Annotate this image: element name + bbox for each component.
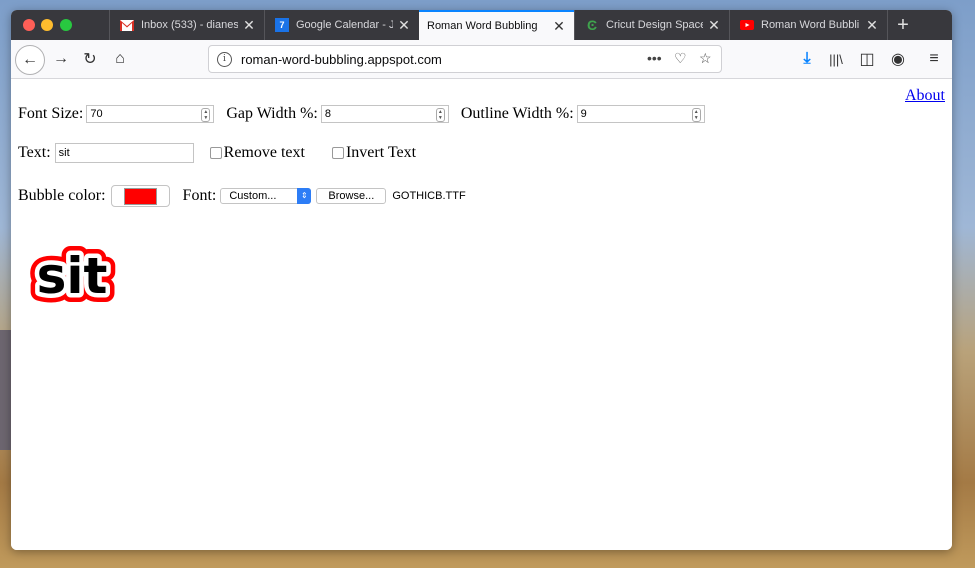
bubble-color-picker[interactable] bbox=[110, 185, 170, 207]
close-tab-icon[interactable]: ✕ bbox=[707, 17, 721, 34]
download-icon: ⤓ bbox=[803, 50, 811, 67]
font-size-label: Font Size: bbox=[18, 105, 84, 122]
tab-roman-word-bubbling[interactable]: Roman Word Bubbling ✕ bbox=[419, 10, 574, 40]
gap-width-input[interactable]: 8 ▲ ▼ bbox=[320, 105, 449, 123]
color-font-row: Bubble color: Font: Custom... ⇕ Browse...… bbox=[18, 185, 466, 207]
gmail-icon bbox=[120, 18, 134, 32]
close-window-button[interactable] bbox=[23, 19, 35, 31]
close-tab-icon[interactable]: ✕ bbox=[242, 17, 256, 34]
tab-google-calendar[interactable]: 7 Google Calendar - J ✕ bbox=[264, 10, 419, 40]
hamburger-menu-icon: ≡ bbox=[929, 50, 939, 67]
font-file-name: GOTHICB.TTF bbox=[392, 190, 466, 202]
text-input[interactable]: sit bbox=[54, 143, 194, 163]
remove-text-label[interactable]: Remove text bbox=[224, 144, 305, 162]
new-tab-button[interactable]: + bbox=[887, 10, 918, 40]
text-controls-row: Text: sit Remove text Invert Text bbox=[18, 143, 416, 163]
tab-bar: Inbox (533) - dianes ✕ 7 Google Calendar… bbox=[11, 10, 952, 40]
minimize-window-button[interactable] bbox=[41, 19, 53, 31]
reload-button[interactable]: ↻ bbox=[77, 46, 103, 72]
library-button[interactable]: |||\ bbox=[823, 46, 849, 72]
sidebar-icon: ◫ bbox=[859, 51, 875, 68]
cricut-icon: Ͼ bbox=[586, 17, 598, 33]
stepper-icon[interactable]: ▲ ▼ bbox=[691, 108, 701, 122]
stepper-icon[interactable]: ▲ ▼ bbox=[201, 108, 211, 122]
youtube-icon bbox=[740, 18, 754, 32]
bookmark-star-icon[interactable]: ☆ bbox=[699, 50, 712, 67]
library-icon: |||\ bbox=[829, 51, 843, 67]
downloads-button[interactable]: ⤓ bbox=[794, 46, 820, 72]
info-icon[interactable]: i bbox=[217, 52, 232, 67]
close-tab-icon[interactable]: ✕ bbox=[397, 17, 411, 34]
font-label: Font: bbox=[182, 187, 217, 204]
reload-icon: ↻ bbox=[83, 51, 97, 68]
stepper-icon[interactable]: ▲ ▼ bbox=[435, 108, 445, 122]
more-actions-icon[interactable]: ••• bbox=[647, 50, 662, 66]
outline-width-label: Outline Width %: bbox=[460, 105, 574, 122]
invert-text-checkbox[interactable] bbox=[331, 147, 344, 159]
tab-cricut-design-space[interactable]: Ͼ Cricut Design Space ✕ bbox=[574, 10, 729, 40]
arrow-left-icon: ← bbox=[22, 51, 38, 68]
sidebar-button[interactable]: ◫ bbox=[854, 46, 880, 72]
forward-button[interactable]: → bbox=[48, 46, 74, 72]
url-text[interactable]: roman-word-bubbling.appspot.com bbox=[241, 52, 442, 67]
close-tab-icon[interactable]: ✕ bbox=[552, 18, 566, 35]
home-button[interactable]: ⌂ bbox=[107, 46, 133, 72]
invert-text-label[interactable]: Invert Text bbox=[346, 144, 416, 162]
url-bar[interactable]: i roman-word-bubbling.appspot.com ••• ♡ … bbox=[208, 45, 722, 73]
text-label: Text: bbox=[18, 144, 51, 161]
gap-width-label: Gap Width %: bbox=[226, 105, 318, 122]
bubble-color-label: Bubble color: bbox=[18, 187, 106, 204]
browse-button[interactable]: Browse... bbox=[316, 188, 387, 204]
color-swatch bbox=[123, 187, 157, 205]
navigation-toolbar: ← → ↻ ⌂ i roman-word-bubbling.appspot.co… bbox=[11, 40, 952, 79]
back-button[interactable]: ← bbox=[15, 45, 45, 75]
bubble-text: sit bbox=[37, 247, 108, 305]
zoom-window-button[interactable] bbox=[60, 19, 72, 31]
account-icon: ◉ bbox=[891, 51, 905, 68]
tab-gmail[interactable]: Inbox (533) - dianes ✕ bbox=[109, 10, 264, 40]
menu-button[interactable]: ≡ bbox=[921, 46, 947, 72]
font-select[interactable]: Custom... ⇕ bbox=[220, 188, 312, 204]
tab-youtube[interactable]: Roman Word Bubbli ✕ bbox=[729, 10, 887, 40]
home-icon: ⌂ bbox=[115, 50, 125, 67]
account-button[interactable]: ◉ bbox=[885, 46, 911, 72]
bubble-preview: sit sit sit bbox=[27, 235, 117, 320]
browser-window: Inbox (533) - dianes ✕ 7 Google Calendar… bbox=[11, 10, 952, 550]
select-arrows-icon: ⇕ bbox=[297, 188, 312, 204]
page-content: About Font Size: 70 ▲ ▼ Gap Width %: 8 ▲ ▼ O… bbox=[11, 79, 952, 550]
close-tab-icon[interactable]: ✕ bbox=[865, 17, 879, 34]
outline-width-input[interactable]: 9 ▲ ▼ bbox=[576, 105, 705, 123]
remove-text-checkbox[interactable] bbox=[209, 147, 222, 159]
font-size-input[interactable]: 70 ▲ ▼ bbox=[86, 105, 215, 123]
calendar-icon: 7 bbox=[275, 18, 289, 32]
pocket-icon[interactable]: ♡ bbox=[674, 50, 687, 67]
about-link[interactable]: About bbox=[905, 87, 945, 105]
size-controls-row: Font Size: 70 ▲ ▼ Gap Width %: 8 ▲ ▼ Outline… bbox=[18, 105, 705, 123]
arrow-right-icon: → bbox=[53, 50, 69, 67]
